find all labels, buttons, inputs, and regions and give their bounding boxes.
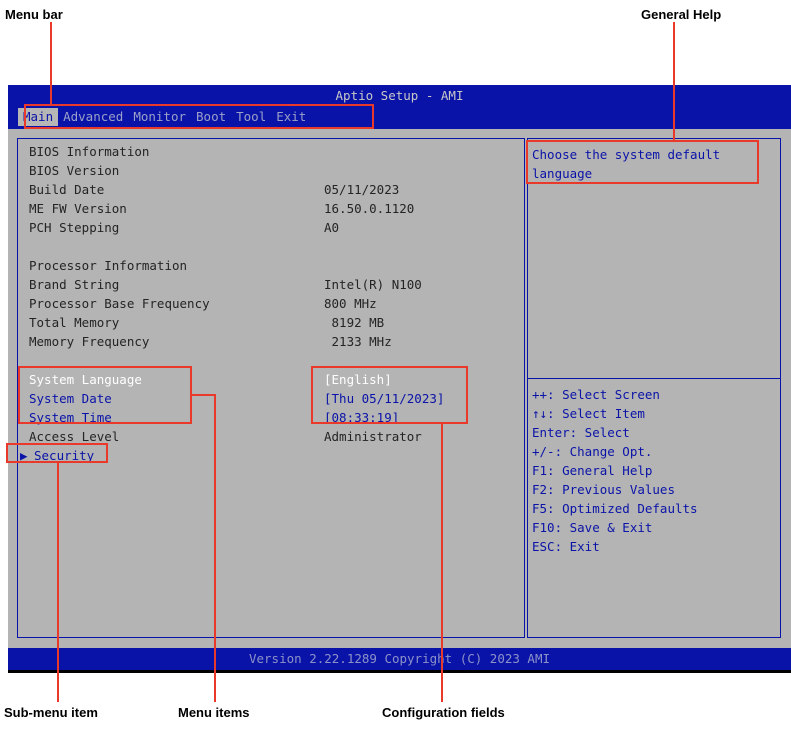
footer-bar: Version 2.22.1289 Copyright (C) 2023 AMI — [8, 648, 791, 670]
access-level-label: Access Level — [29, 429, 120, 444]
menu-items-leader-v — [214, 394, 216, 702]
brand-string-row: Brand String Intel(R) N100 — [29, 275, 422, 294]
base-frequency-label: Processor Base Frequency — [29, 296, 210, 311]
key-enter-select: Enter: Select — [532, 425, 630, 440]
config-fields-leader — [441, 424, 443, 702]
callout-menu-items: Menu items — [178, 705, 250, 720]
me-fw-label: ME FW Version — [29, 201, 127, 216]
memory-frequency-value: 2133 MHz — [324, 334, 392, 349]
general-help-leader — [673, 22, 675, 140]
bios-info-heading: BIOS Information — [29, 144, 150, 159]
key-optimized-defaults: F5: Optimized Defaults — [532, 501, 698, 516]
build-date-row: Build Date 05/11/2023 — [29, 180, 399, 199]
bios-version-label: BIOS Version — [29, 163, 120, 178]
total-memory-label: Total Memory — [29, 315, 120, 330]
brand-string-label: Brand String — [29, 277, 120, 292]
submenu-item-highlight — [6, 443, 108, 463]
memory-frequency-row: Memory Frequency 2133 MHz — [29, 332, 392, 351]
callout-general-help: General Help — [641, 7, 722, 22]
processor-info-heading: Processor Information — [29, 258, 188, 273]
total-memory-value: 8192 MB — [324, 315, 385, 330]
general-help-highlight — [526, 140, 759, 184]
pch-stepping-row: PCH Stepping A0 — [29, 218, 339, 237]
callout-submenu-item: Sub-menu item — [4, 705, 98, 720]
callout-menu-bar: Menu bar — [5, 7, 63, 22]
pch-stepping-label: PCH Stepping — [29, 220, 120, 235]
key-esc-exit: ESC: Exit — [532, 539, 600, 554]
config-fields-highlight — [311, 366, 468, 424]
total-memory-row: Total Memory 8192 MB — [29, 313, 384, 332]
me-fw-value: 16.50.0.1120 — [324, 201, 415, 216]
key-select-screen: ++: Select Screen — [532, 387, 660, 402]
menu-items-highlight — [18, 366, 192, 424]
build-date-label: Build Date — [29, 182, 105, 197]
help-panel: Choose the system default language ++: S… — [527, 138, 781, 638]
brand-string-value: Intel(R) N100 — [324, 277, 422, 292]
key-save-exit: F10: Save & Exit — [532, 520, 653, 535]
base-frequency-value: 800 MHz — [324, 296, 377, 311]
base-frequency-row: Processor Base Frequency 800 MHz — [29, 294, 377, 313]
menu-items-leader-h — [192, 394, 215, 396]
memory-frequency-label: Memory Frequency — [29, 334, 150, 349]
submenu-item-leader — [57, 463, 59, 702]
key-change-opt: +/-: Change Opt. — [532, 444, 653, 459]
access-level-value: Administrator — [324, 429, 422, 444]
key-legend: ++: Select Screen ↑↓: Select Item Enter:… — [532, 385, 698, 556]
menu-bar-leader — [50, 22, 52, 104]
key-select-item: ↑↓: Select Item — [532, 406, 645, 421]
key-general-help: F1: General Help — [532, 463, 653, 478]
key-previous-values: F2: Previous Values — [532, 482, 675, 497]
pch-stepping-value: A0 — [324, 220, 340, 235]
callout-config-fields: Configuration fields — [382, 705, 505, 720]
help-divider — [528, 378, 780, 379]
menu-bar-highlight — [24, 104, 374, 129]
me-fw-row: ME FW Version 16.50.0.1120 — [29, 199, 414, 218]
build-date-value: 05/11/2023 — [324, 182, 400, 197]
